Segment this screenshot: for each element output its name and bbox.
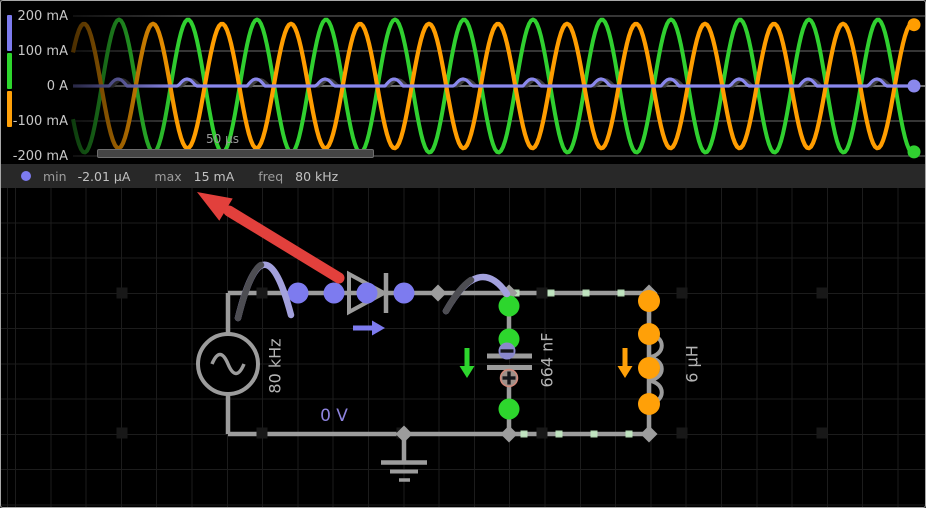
junction-nodes[interactable] [396,285,658,443]
scope-time-scrollbar[interactable] [97,149,374,158]
time-scale-label: 50 µs [206,132,239,146]
min-label: min [43,169,67,184]
polarity-minus-marker [499,343,516,360]
min-value: -2.01 µA [78,169,131,184]
current-arrow-capacitor [460,348,475,378]
freq-value: 80 kHz [295,169,338,184]
max-label: max [154,169,181,184]
current-arrow-inductor [618,348,633,378]
scope-readout-bar[interactable]: min -2.01 µA max 15 mA freq 80 kHz [1,164,926,188]
capacitor-value-label: 664 nF [538,333,557,388]
ytick-100ma: 100 mA [6,44,68,59]
current-flow-markers [513,290,633,438]
current-arrow-diode [353,321,385,336]
inductor-value-label: 6 µH [683,345,702,382]
net-voltage-label: 0 V [320,406,348,426]
scope-waveforms [1,1,926,164]
polarity-plus-marker [501,370,518,387]
ac-voltage-source[interactable] [198,334,258,394]
ytick-neg100ma: -100 mA [6,114,68,129]
source-frequency-label: 80 kHz [266,338,285,393]
scope-gridlines [1,1,926,164]
selected-channel-dot [21,171,31,181]
freq-label: freq [258,169,283,184]
trace-persistence-fade [71,1,179,164]
circuit-simulator-window: 200 mA 100 mA 0 A -100 mA -200 mA 50 µs … [0,0,926,508]
oscilloscope-panel[interactable]: 200 mA 100 mA 0 A -100 mA -200 mA 50 µs [1,1,926,164]
ytick-0a: 0 A [6,79,68,94]
circuit-canvas[interactable]: 80 kHz 664 nF 6 µH 0 V [1,188,926,508]
ytick-200ma: 200 mA [6,9,68,24]
ytick-neg200ma: -200 mA [6,149,68,164]
max-value: 15 mA [194,169,235,184]
